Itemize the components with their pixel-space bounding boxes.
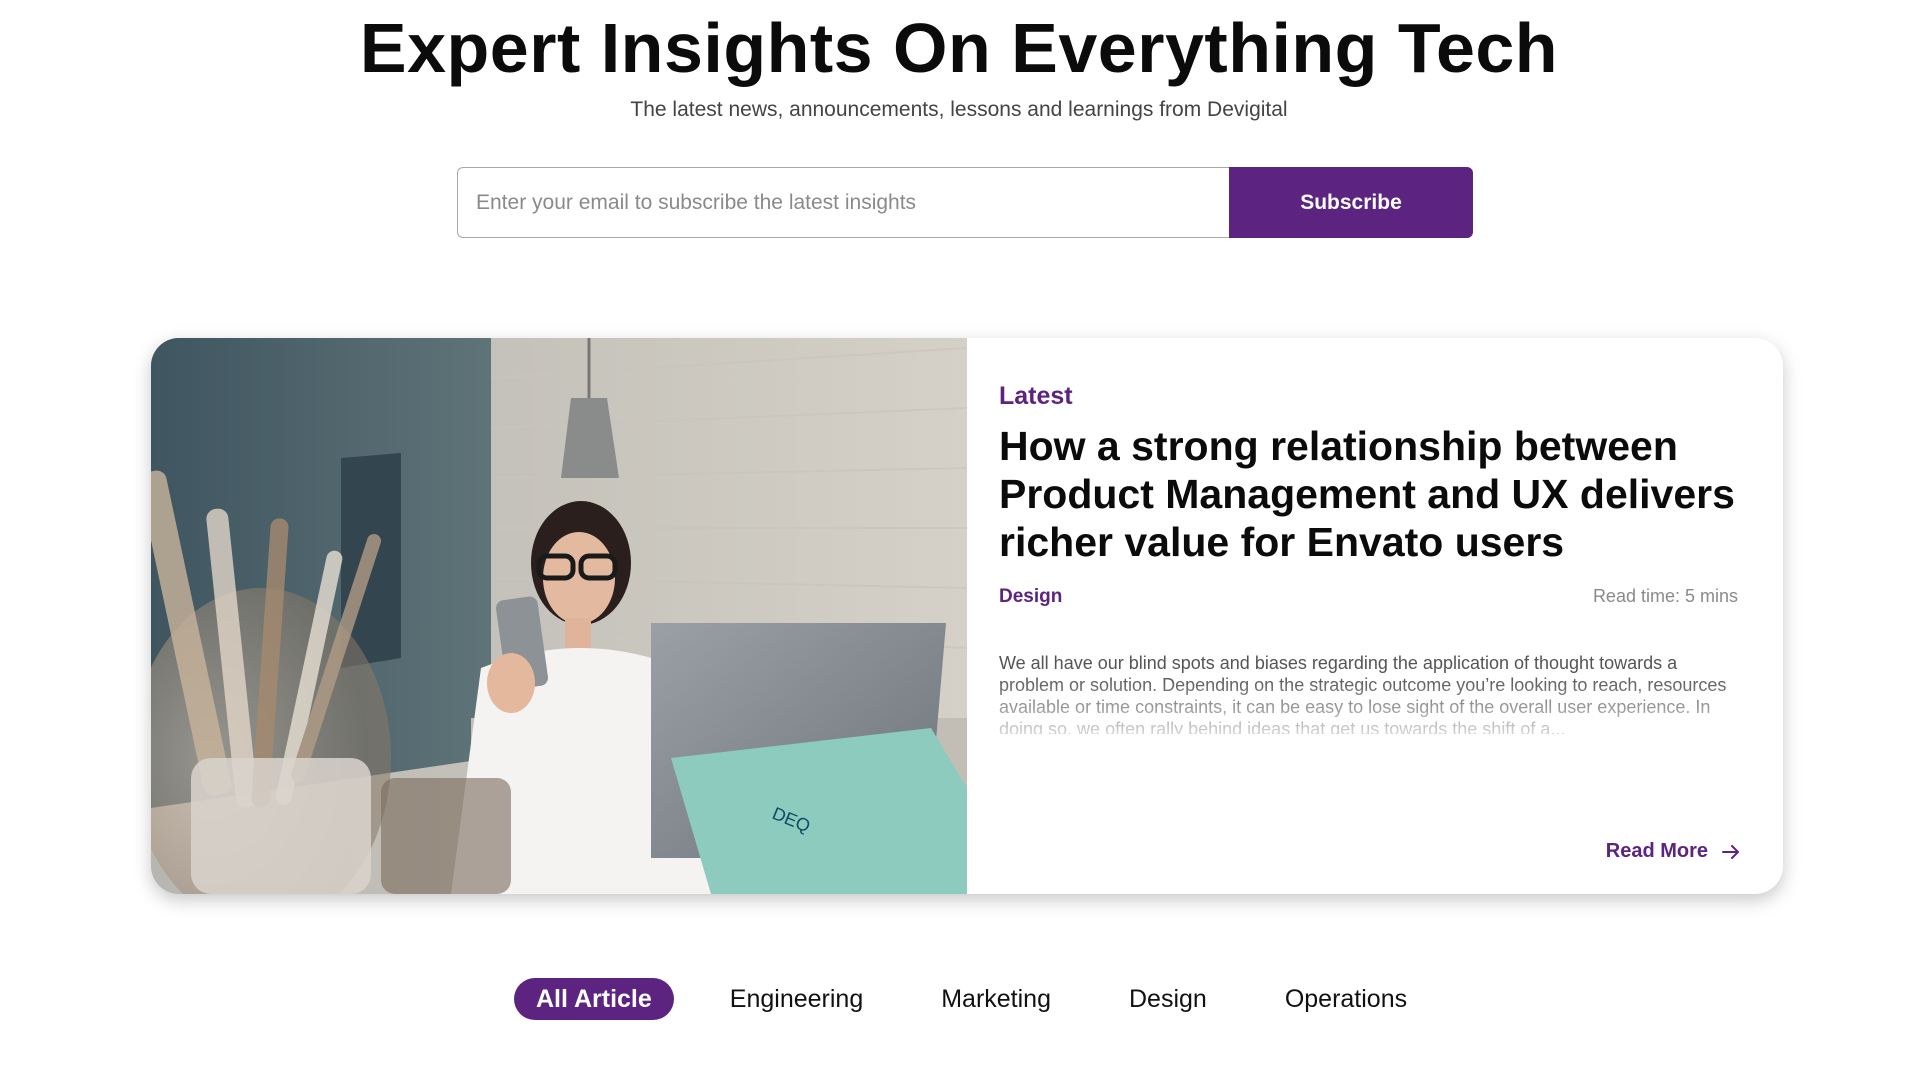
read-time: Read time: 5 mins	[1592, 586, 1738, 606]
tab-design[interactable]: Design	[1107, 978, 1229, 1020]
page-title: Expert Insights On Everything Tech	[359, 9, 1559, 87]
category-tag[interactable]: Design	[999, 586, 1062, 608]
arrow-right-icon	[1722, 844, 1739, 859]
page: Expert Insights On Everything Tech The l…	[0, 0, 1918, 1078]
tab-operations[interactable]: Operations	[1263, 978, 1429, 1020]
subscribe-button[interactable]: Subscribe	[1229, 167, 1473, 238]
read-more-link[interactable]: Read More	[1606, 840, 1740, 863]
category-filter-tabs: All Article Engineering Marketing Design…	[514, 978, 1429, 1020]
latest-label: Latest	[999, 382, 1073, 410]
featured-article-card[interactable]: DEQ Latest How a strong relationship bet…	[151, 338, 1783, 894]
page-subtitle: The latest news, announcements, lessons …	[630, 98, 1288, 121]
tab-engineering[interactable]: Engineering	[708, 978, 885, 1020]
photo-woman-with-phone-and-laptop: DEQ	[151, 338, 967, 894]
read-more-label: Read More	[1605, 840, 1708, 862]
email-field[interactable]	[457, 167, 1229, 238]
tab-marketing[interactable]: Marketing	[919, 978, 1073, 1020]
article-title[interactable]: How a strong relationship between Produc…	[999, 422, 1759, 566]
tab-all-article[interactable]: All Article	[514, 978, 674, 1020]
subscribe-form: Subscribe	[457, 167, 1473, 238]
featured-article-body: Latest How a strong relationship between…	[967, 338, 1783, 894]
article-excerpt: We all have our blind spots and biases r…	[999, 653, 1727, 734]
featured-article-image: DEQ	[151, 338, 967, 894]
